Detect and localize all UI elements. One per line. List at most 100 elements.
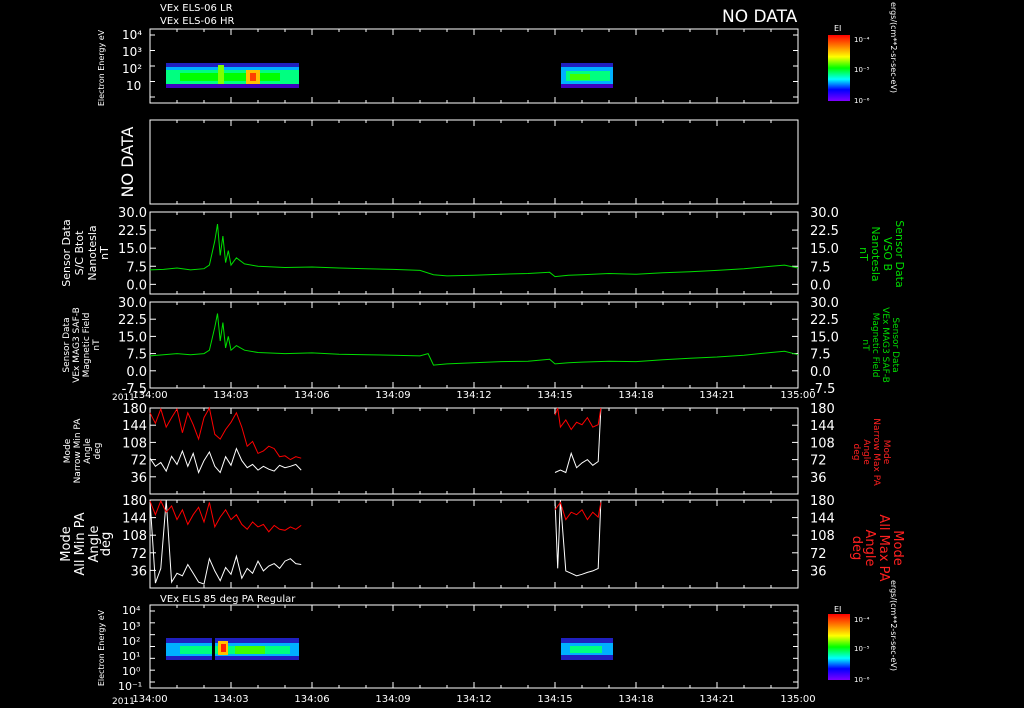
- panel-4-ylabel-right: nT: [860, 339, 870, 351]
- y-tick-label-right: 7.5: [810, 348, 831, 363]
- colorbar-1: EI 10⁻⁴ 10⁻⁵ 10⁻⁶ ergs/(cm**2-sr-sec-eV): [828, 2, 898, 105]
- panel-5-frame: [149, 407, 799, 495]
- panel-7-ytick: 10²: [122, 635, 140, 648]
- colorbar-2-title: EI: [834, 605, 841, 614]
- panel-2-frame: [149, 119, 799, 205]
- y-tick-label: 36: [130, 471, 147, 486]
- y-tick-label: 15.0: [118, 242, 147, 257]
- panel-1-spectrogram: [166, 63, 613, 88]
- colorbar-1-gradient: [828, 35, 850, 101]
- header-no-data: NO DATA: [722, 7, 798, 27]
- time-tick-label: 134:06: [294, 694, 329, 705]
- panel-4-ylabel-left: VEx MAG3 SAF-B: [72, 307, 82, 383]
- y-tick-label-right: 144: [810, 512, 835, 527]
- series-line: [554, 407, 602, 431]
- panel-5-ylabel-left: Narrow Min PA: [73, 418, 83, 484]
- y-tick-label-right: 0.0: [810, 278, 831, 293]
- time-tick-label: 134:09: [375, 694, 410, 705]
- panel-4-labels: Sensor Data VEx MAG3 SAF-B Magnetic Fiel…: [62, 307, 900, 383]
- colorbar-2-tick: 10⁻⁶: [854, 676, 870, 684]
- y-tick-label: 108: [122, 529, 147, 544]
- y-tick-label: -7.5: [122, 382, 147, 397]
- panel-5-labels: Mode Narrow Min PA Angle deg Mode Narrow…: [63, 418, 891, 487]
- panel-1-ylabel: Electron Energy eV 10⁴ 10³ 10² 10: [97, 28, 142, 106]
- time-tick-label: 134:09: [375, 390, 410, 401]
- y-tick-label: 15.0: [118, 330, 147, 345]
- panel-5-ylabel-right: Angle: [861, 439, 871, 465]
- colorbar-1-tick: 10⁻⁶: [854, 97, 870, 105]
- plot-canvas: VEx ELS-06 LR VEx ELS-06 HR NO DATA Elec…: [59, 2, 906, 707]
- y-tick-label: 7.5: [126, 348, 147, 363]
- panel-1-ytick: 10²: [122, 62, 142, 76]
- y-tick-label-right: 36: [810, 471, 827, 486]
- colorbar-2-gradient: [828, 614, 850, 680]
- colorbar-1-tick: 10⁻⁵: [854, 66, 870, 74]
- panel-5-ylabel-right: Mode: [881, 440, 891, 465]
- time-tick-label: 134:03: [213, 694, 248, 705]
- header-line-2: VEx ELS-06 HR: [160, 16, 235, 27]
- panel-1-yaxis-title: Electron Energy eV: [97, 29, 106, 106]
- colorbar-2-tick: 10⁻⁵: [854, 645, 870, 653]
- y-tick-label-right: 15.0: [810, 242, 839, 257]
- time-tick-label: 134:15: [537, 694, 572, 705]
- panel-7-spectrogram: [166, 638, 613, 660]
- panel-6-ylabel-left: deg: [99, 532, 114, 557]
- y-tick-label: 180: [122, 494, 147, 509]
- header-line-1: VEx ELS-06 LR: [160, 3, 233, 14]
- time-tick-label: 135:00: [780, 694, 815, 705]
- y-tick-label: 72: [130, 454, 147, 469]
- y-tick-label-right: 108: [810, 436, 835, 451]
- panel-6-ylabel-left: All Min PA: [73, 512, 88, 575]
- panel-3-labels: Sensor Data S/C Btot Nanotesla nT Sensor…: [60, 219, 906, 287]
- colorbar-2: EI 10⁻⁴ 10⁻⁵ 10⁻⁶ ergs/(cm**2-sr-sec-eV): [828, 580, 898, 684]
- panel-6-ylabel-right: Mode: [890, 530, 905, 565]
- time-tick-label: 134:00: [132, 694, 167, 705]
- colorbar-1-title: EI: [834, 24, 841, 33]
- y-tick-label-right: 30.0: [810, 206, 839, 221]
- panel-4-ylabel-left: Sensor Data: [62, 317, 72, 372]
- panel-6-ylabel-right: deg: [849, 536, 864, 561]
- bottom-panel-title: VEx ELS 85 deg PA Regular: [160, 594, 296, 605]
- panel-3-ylabel-left: S/C Btot: [73, 230, 86, 275]
- panel-5-ylabel-left: Mode: [63, 438, 73, 463]
- y-tick-label: 30.0: [118, 296, 147, 311]
- y-tick-label: 108: [122, 436, 147, 451]
- y-tick-label-right: 180: [810, 494, 835, 509]
- panel-4-ylabel-left: Magnetic Field: [82, 313, 92, 378]
- y-tick-label-right: 72: [810, 454, 827, 469]
- panel-6-labels: Mode All Min PA Angle deg Mode All Max P…: [59, 512, 905, 581]
- y-tick-label: 180: [122, 402, 147, 417]
- panel-7-ytick: 10³: [122, 620, 140, 633]
- y-tick-label: 22.5: [118, 224, 147, 239]
- time-tick-label: 134:21: [699, 694, 734, 705]
- colorbar-1-tick: 10⁻⁴: [854, 36, 870, 44]
- panel-7-ylabel: Electron Energy eV 10⁴ 10³ 10² 10¹ 10⁰ 1…: [97, 604, 142, 693]
- y-tick-label: 0.0: [126, 365, 147, 380]
- y-tick-label-right: -7.5: [810, 382, 835, 397]
- panel-6-ylabel-left: Mode: [59, 526, 74, 561]
- panel-1-ytick: 10³: [122, 45, 142, 59]
- y-tick-label-right: 72: [810, 547, 827, 562]
- colorbar-2-unit: ergs/(cm**2-sr-sec-eV): [889, 580, 898, 671]
- y-tick-label-right: 144: [810, 419, 835, 434]
- panel-1-ytick: 10⁴: [122, 28, 142, 42]
- y-tick-label: 144: [122, 419, 147, 434]
- y-tick-label: 7.5: [126, 260, 147, 275]
- y-tick-label: 0.0: [126, 278, 147, 293]
- panel-5-ylabel-left: Angle: [83, 438, 93, 464]
- panel-6-frame: [149, 499, 799, 589]
- colorbar-1-unit: ergs/(cm**2-sr-sec-eV): [889, 2, 898, 93]
- time-tick-label: 134:18: [618, 390, 653, 401]
- y-tick-label: 72: [130, 547, 147, 562]
- panel-7-yaxis-title: Electron Energy eV: [97, 609, 106, 686]
- series-line: [554, 499, 602, 577]
- panel-1-ytick: 10: [126, 79, 141, 93]
- y-tick-label-right: 108: [810, 529, 835, 544]
- y-tick-label-right: 0.0: [810, 365, 831, 380]
- y-tick-label: 30.0: [118, 206, 147, 221]
- panel-3-frame: [149, 211, 799, 295]
- panel-4-frame: [149, 301, 799, 389]
- y-tick-label-right: 15.0: [810, 330, 839, 345]
- y-tick-label: 144: [122, 512, 147, 527]
- series-line: [149, 447, 302, 474]
